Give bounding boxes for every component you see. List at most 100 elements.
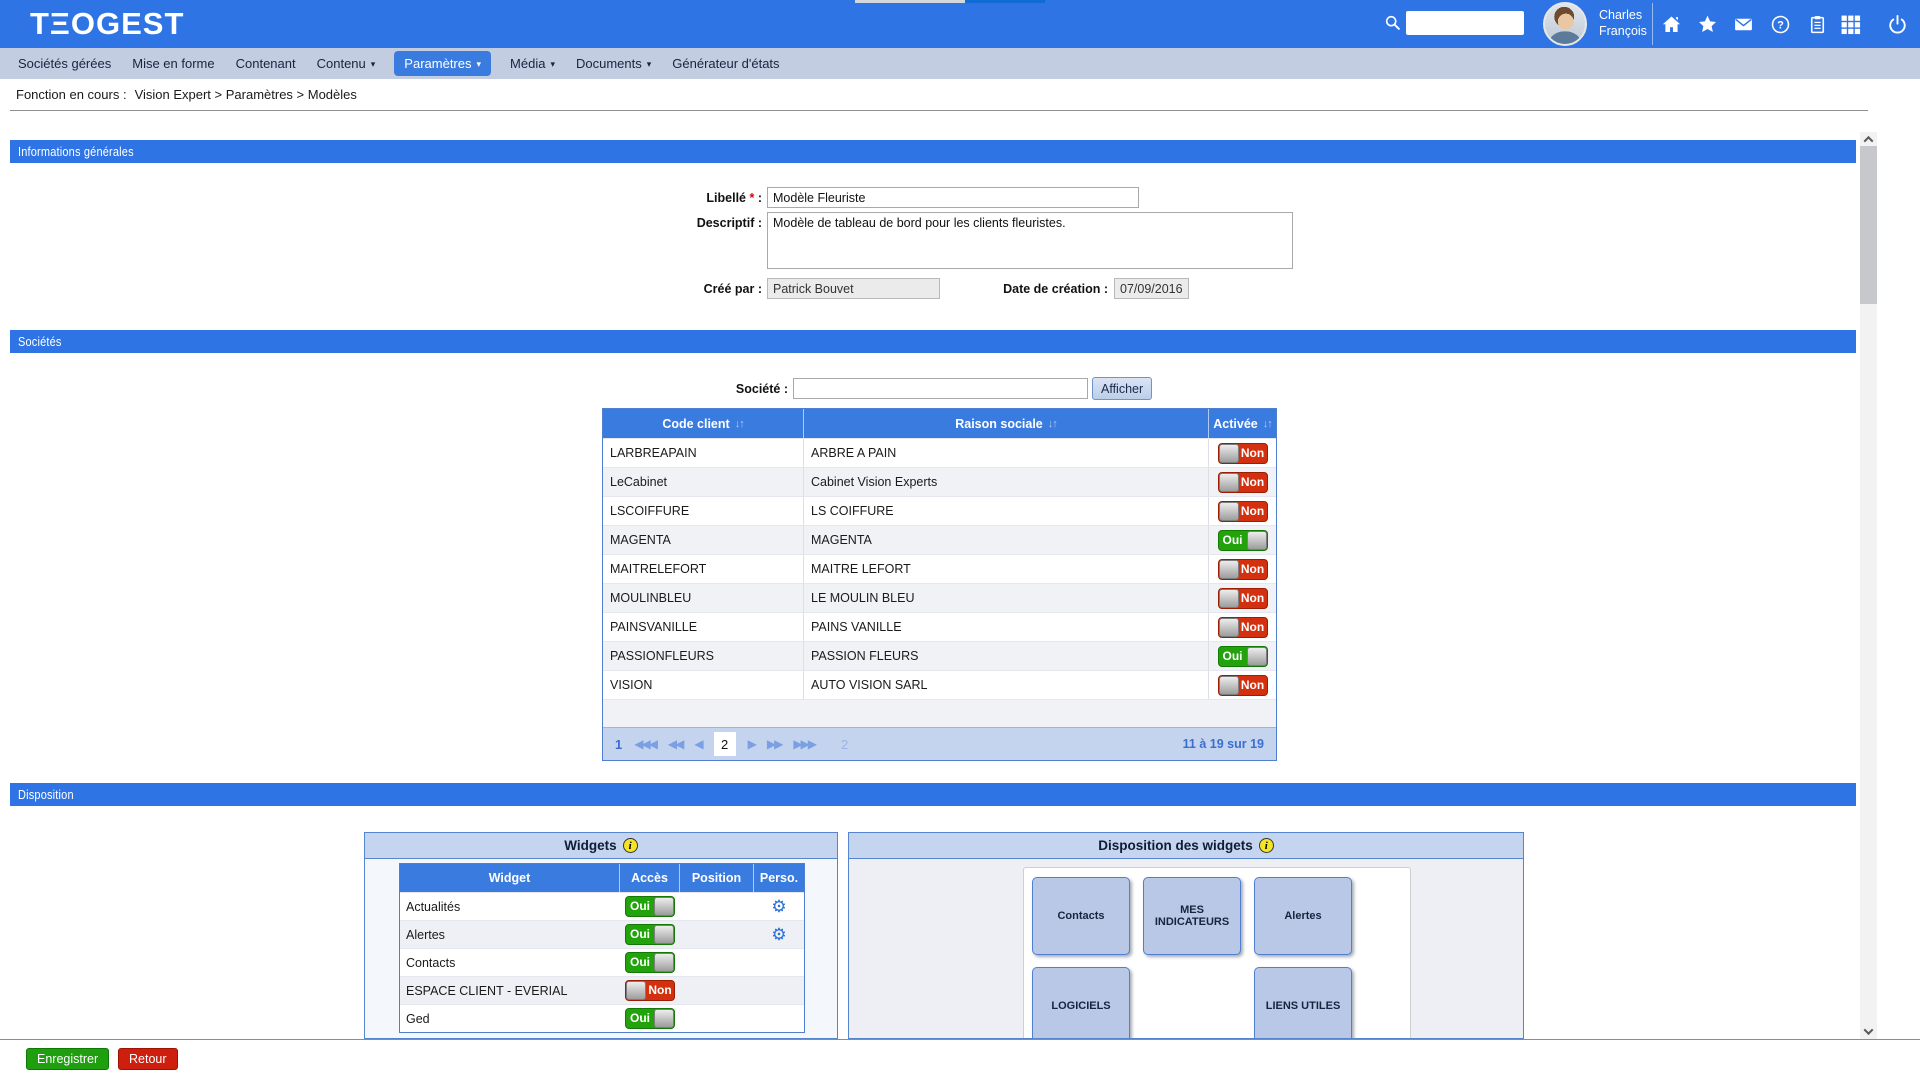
user-first-name: Charles [1599,7,1647,23]
table-row: MAGENTAMAGENTAOui [603,525,1276,554]
descriptif-textarea[interactable]: Modèle de tableau de bord pour les clien… [767,212,1293,269]
gear-icon[interactable]: ⚙ [771,898,786,915]
back-button[interactable]: Retour [118,1048,178,1070]
widget-box-alertes[interactable]: Alertes [1254,877,1352,955]
widgets-panel-title: Widgets [564,838,616,853]
toggle-on[interactable]: Oui [625,1008,675,1029]
page-first[interactable]: 1 [615,737,622,752]
power-icon[interactable] [1886,13,1908,35]
user-name[interactable]: Charles François [1599,7,1647,39]
mail-icon[interactable] [1732,13,1754,35]
societe-filter-input[interactable] [793,378,1088,399]
toggle-off[interactable]: Non [1218,559,1268,580]
libelle-input[interactable] [767,187,1139,208]
app-logo[interactable]: TΞOGEST [30,6,184,42]
page-back-control[interactable]: ◀◀ [668,737,682,751]
page-last[interactable]: 2 [841,737,848,752]
column-header-raison-sociale[interactable]: Raison sociale↓↑ [804,409,1209,438]
scrollbar-up-button[interactable] [1860,132,1877,147]
widget-box-label: LOGICIELS [1051,1000,1110,1012]
sort-icon[interactable]: ↓↑ [1263,418,1272,430]
toggle-off[interactable]: Non [1218,617,1268,638]
societes-table-header: Code client↓↑Raison sociale↓↑Activée↓↑ [603,409,1276,438]
apps-grid-icon[interactable] [1839,13,1861,35]
activee-cell: Non [1209,468,1276,496]
code-client-cell: LARBREAPAIN [603,439,804,467]
nav-item-label: Documents [576,56,642,71]
nav-item-parametres[interactable]: Paramètres▾ [394,51,491,76]
column-header-activee[interactable]: Activée↓↑ [1209,409,1276,438]
toggle-off[interactable]: Non [625,980,675,1001]
widget-box-liens-utiles[interactable]: LIENS UTILES [1254,967,1352,1039]
toggle-knob [1219,618,1239,637]
toggle-on[interactable]: Oui [625,952,675,973]
raison-sociale-cell: MAITRE LEFORT [804,555,1209,583]
page-forward-control[interactable]: ▶ [748,737,755,751]
widget-box-logiciels[interactable]: LOGICIELS [1032,967,1130,1039]
avatar[interactable] [1543,2,1587,46]
home-icon[interactable] [1660,13,1682,35]
toggle-label: Oui [626,925,654,944]
toggle-off[interactable]: Non [1218,588,1268,609]
nav-item-societes-gerees[interactable]: Sociétés gérées [16,51,113,76]
page-back-control[interactable]: ◀◀◀ [634,737,656,751]
info-icon[interactable]: i [623,838,638,853]
table-empty-row [603,699,1276,727]
toggle-off[interactable]: Non [1218,443,1268,464]
nav-item-media[interactable]: Média▾ [508,51,557,76]
widget-box-contacts[interactable]: Contacts [1032,877,1130,955]
nav-item-documents[interactable]: Documents▾ [574,51,653,76]
info-icon[interactable]: i [1259,838,1274,853]
nav-bar: Sociétés gérées Mise en forme Contenant Con… [0,48,1920,79]
widget-box-mes-indicateurs[interactable]: MES INDICATEURS [1143,877,1241,955]
notes-icon[interactable] [1806,13,1828,35]
sort-icon[interactable]: ↓↑ [735,418,744,430]
widgets-table: WidgetAccèsPositionPerso. ActualitésOui⚙… [399,863,805,1033]
cree-par-input [767,278,940,299]
toggle-label: Non [1239,589,1267,608]
widgets-table-body: ActualitésOui⚙AlertesOui⚙ContactsOuiESPA… [400,892,804,1032]
toggle-off[interactable]: Non [1218,472,1268,493]
widget-position-cell [680,921,754,948]
societe-filter-label: Société : [650,382,788,396]
descriptif-label: Descriptif : [520,216,762,230]
save-button[interactable]: Enregistrer [26,1048,109,1070]
nav-item-contenant[interactable]: Contenant [234,51,298,76]
chevron-down-icon: ▾ [550,59,555,70]
star-icon[interactable] [1696,13,1718,35]
nav-item-generateur-d-etats[interactable]: Générateur d'états [670,51,781,76]
toggle-on[interactable]: Oui [1218,530,1268,551]
toggle-off[interactable]: Non [1218,675,1268,696]
widgets-panel: Widgets i WidgetAccèsPositionPerso. Actu… [364,832,838,1039]
code-client-cell: MOULINBLEU [603,584,804,612]
afficher-button[interactable]: Afficher [1092,377,1152,400]
gear-icon[interactable]: ⚙ [771,926,786,943]
code-client-cell: PAINSVANILLE [603,613,804,641]
layout-panel: Disposition des widgets i ContactsMES IN… [848,832,1524,1039]
widget-position-cell [680,949,754,976]
nav-item-contenu[interactable]: Contenu▾ [315,51,378,76]
nav-item-label: Mise en forme [132,56,214,71]
top-strip-light [855,0,965,3]
widget-acces-cell: Non [620,977,680,1004]
page-forward-control[interactable]: ▶▶ [767,737,781,751]
code-client-cell: LeCabinet [603,468,804,496]
help-icon[interactable]: ? [1769,13,1791,35]
activee-cell: Non [1209,439,1276,467]
sort-icon[interactable]: ↓↑ [1048,418,1057,430]
column-header-code-client[interactable]: Code client↓↑ [603,409,804,438]
date-creation-input [1114,278,1189,299]
toggle-on[interactable]: Oui [625,924,675,945]
scrollbar-down-button[interactable] [1860,1024,1877,1039]
toggle-off[interactable]: Non [1218,501,1268,522]
toggle-label: Non [1239,676,1267,695]
page-forward-control[interactable]: ▶▶▶ [793,737,815,751]
nav-item-mise-en-forme[interactable]: Mise en forme [130,51,216,76]
toggle-on[interactable]: Oui [1218,646,1268,667]
scrollbar-thumb[interactable] [1860,146,1877,304]
page-back-control[interactable]: ◀ [694,737,701,751]
widget-acces-cell: Oui [620,1005,680,1032]
table-row: LARBREAPAINARBRE A PAINNon [603,438,1276,467]
toggle-on[interactable]: Oui [625,896,675,917]
search-input[interactable] [1406,11,1524,35]
